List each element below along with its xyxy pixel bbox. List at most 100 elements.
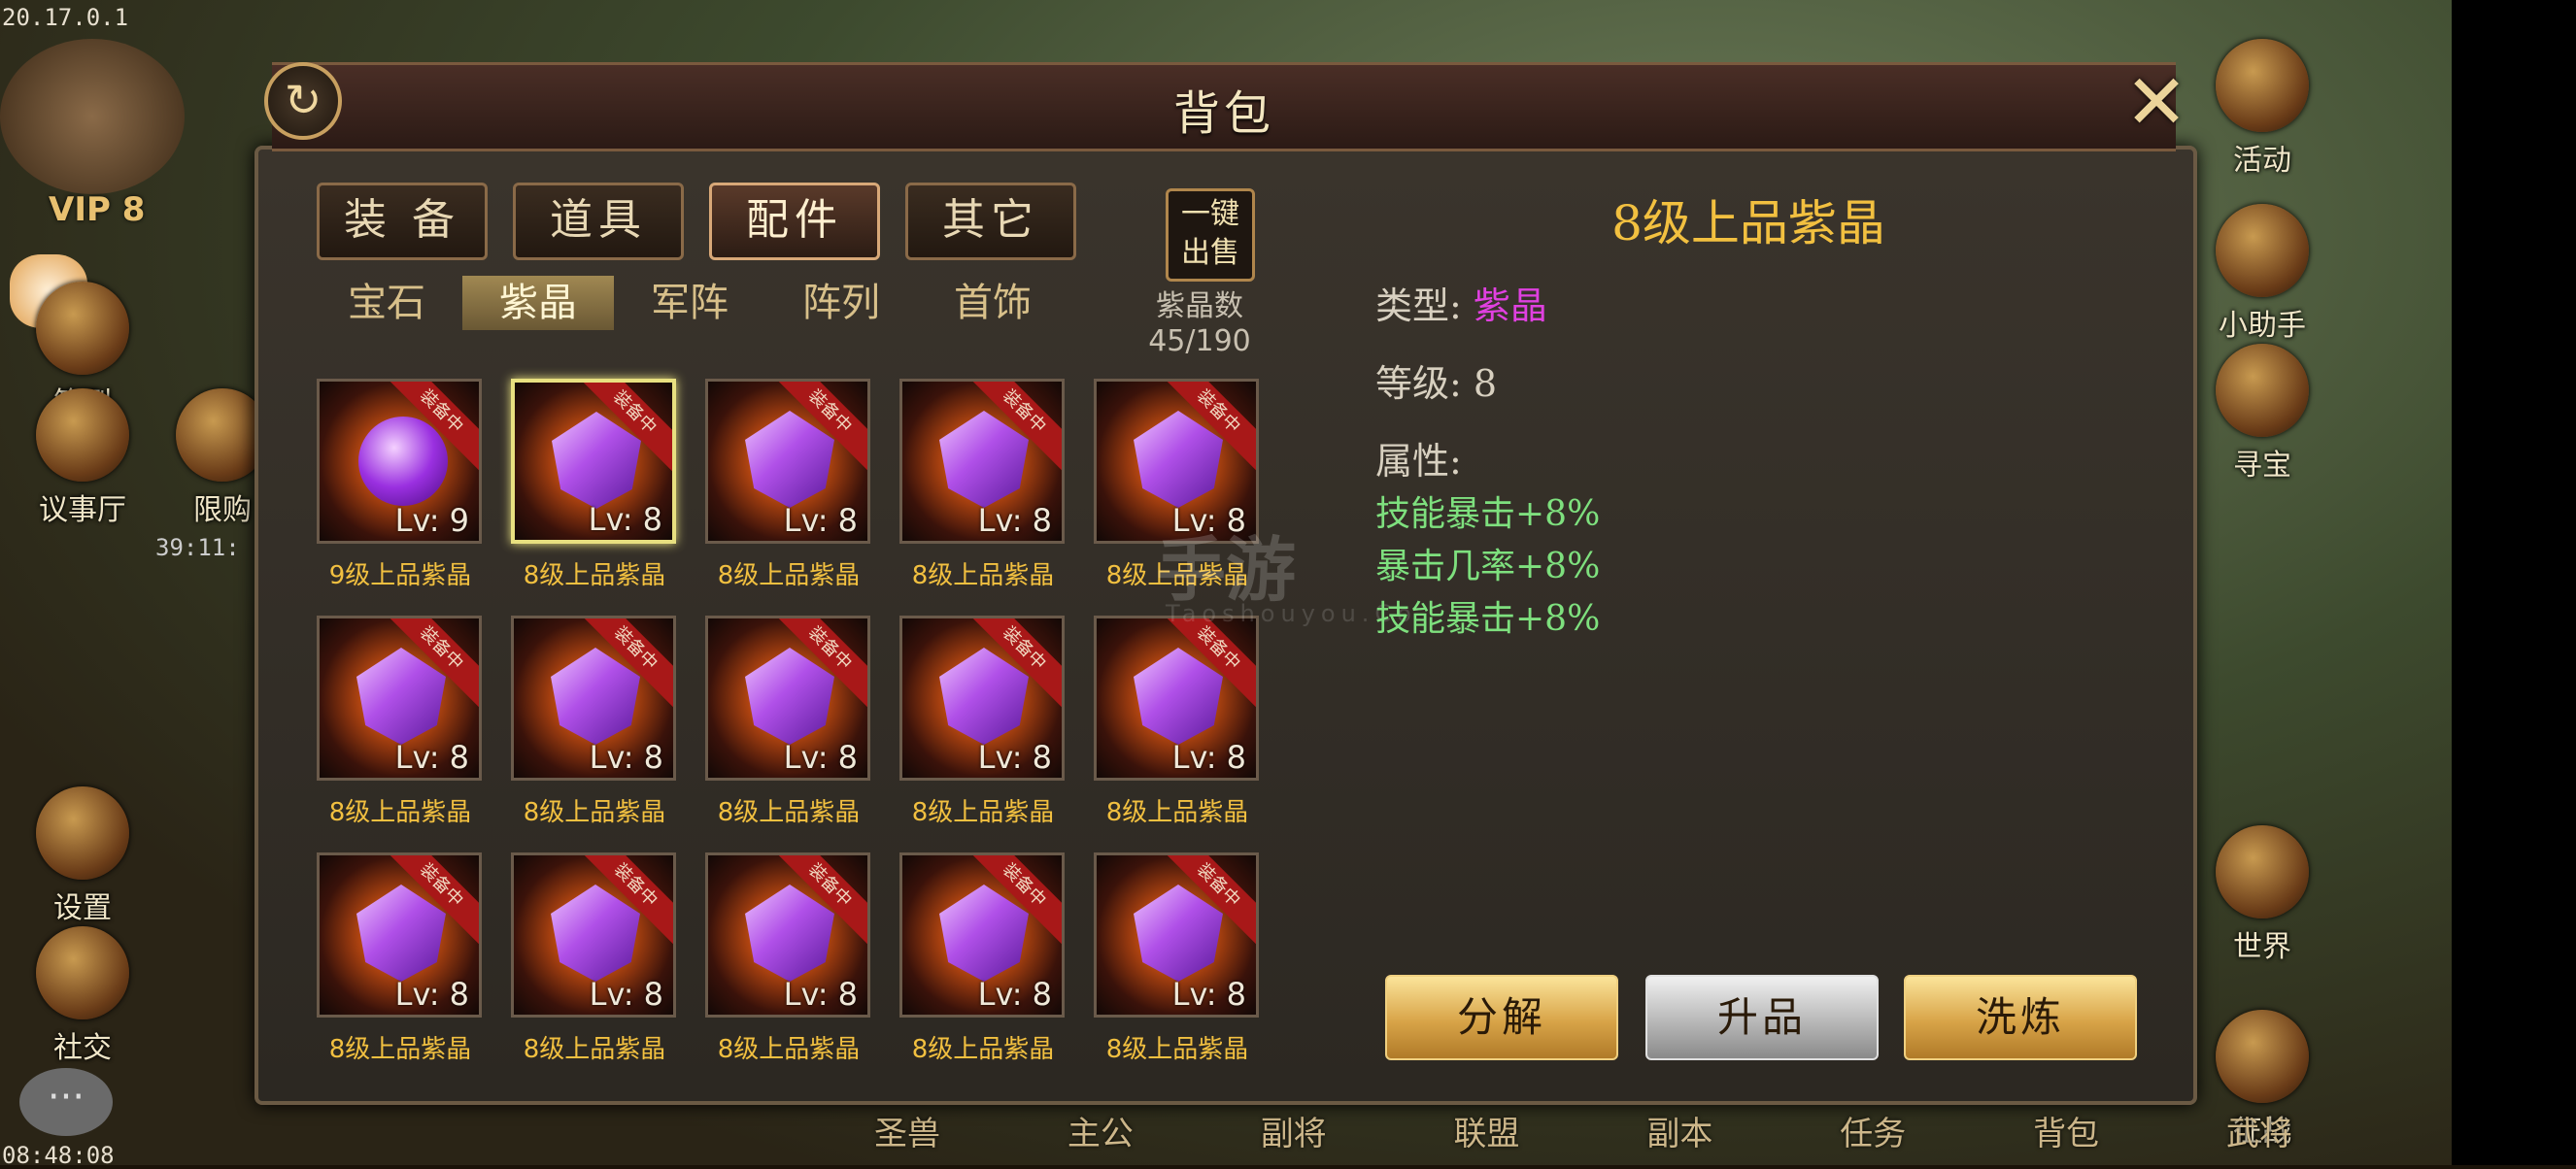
nav-sacred-beast[interactable]: 圣兽 [874, 1107, 940, 1155]
inventory-area: 装 备 道具 配件 其它 一键 出售 宝石 紫晶 军阵 阵列 首饰 紫晶数 45… [291, 163, 1311, 1086]
item-slot[interactable]: 装备中 Lv: 8 [317, 616, 482, 781]
inventory-item[interactable]: 装备中 Lv: 8 8级上品紫晶 [1094, 852, 1261, 1064]
close-x-icon[interactable]: ✕ [2118, 64, 2195, 142]
assistant-label: 小助手 [2219, 309, 2306, 343]
council-hall-icon [36, 388, 129, 482]
amethyst-crystal-icon [939, 885, 1029, 982]
screen-edge-bar [2452, 0, 2576, 1165]
council-hall-button[interactable]: 议事厅 [19, 388, 146, 528]
refresh-icon[interactable]: ↻ [264, 62, 342, 140]
item-slot[interactable]: 装备中 Lv: 8 [705, 616, 870, 781]
settings-button[interactable]: 设置 [19, 786, 146, 926]
decompose-button[interactable]: 分解 [1385, 975, 1618, 1060]
item-slot[interactable]: 装备中 Lv: 8 [317, 852, 482, 1018]
amethyst-crystal-icon [745, 648, 834, 745]
item-slot[interactable]: 装备中 Lv: 9 [317, 379, 482, 544]
item-slot[interactable]: 装备中 Lv: 8 [511, 852, 676, 1018]
tab-equipment[interactable]: 装 备 [317, 183, 488, 260]
limited-timer: 39:11: [155, 534, 240, 561]
one-click-sell-button[interactable]: 一键 出售 [1166, 188, 1255, 282]
chat-bubble-icon[interactable]: ··· [19, 1068, 113, 1136]
nav-alliance[interactable]: 联盟 [1454, 1107, 1520, 1155]
item-slot[interactable]: 装备中 Lv: 8 [899, 852, 1065, 1018]
activity-button[interactable]: 活动 [2199, 39, 2325, 179]
settings-gear-icon [36, 786, 129, 880]
inventory-item[interactable]: 装备中 Lv: 8 8级上品紫晶 [705, 616, 872, 827]
tab-others[interactable]: 其它 [905, 183, 1076, 260]
count-label: 紫晶数 [1156, 289, 1243, 323]
nav-generals[interactable]: 武将 [2226, 1107, 2292, 1155]
amethyst-crystal-icon [939, 648, 1029, 745]
item-slot[interactable]: 装备中 Lv: 8 [705, 852, 870, 1018]
item-slot[interactable]: 装备中 Lv: 8 [1094, 616, 1259, 781]
inventory-item[interactable]: 装备中 Lv: 9 9级上品紫晶 [317, 379, 484, 590]
subtab-amethyst[interactable]: 紫晶 [462, 276, 614, 330]
nav-deputy[interactable]: 副将 [1261, 1107, 1327, 1155]
subtab-army-formation[interactable]: 军阵 [614, 276, 765, 330]
inventory-item[interactable]: 装备中 Lv: 8 8级上品紫晶 [899, 616, 1067, 827]
item-level: Lv: 8 [783, 502, 858, 539]
item-name: 8级上品紫晶 [911, 798, 1055, 827]
inventory-item[interactable]: 装备中 Lv: 8 8级上品紫晶 [511, 852, 678, 1064]
nav-bag[interactable]: 背包 [2033, 1107, 2099, 1155]
social-label: 社交 [53, 1031, 112, 1065]
assistant-button[interactable]: 小助手 [2199, 204, 2325, 344]
inventory-item[interactable]: 装备中 Lv: 8 8级上品紫晶 [705, 852, 872, 1064]
scroll-icon [2216, 204, 2309, 297]
settings-label: 设置 [53, 891, 112, 925]
social-button[interactable]: 社交 [19, 926, 146, 1066]
nav-lord[interactable]: 主公 [1068, 1107, 1134, 1155]
item-name: 8级上品紫晶 [523, 1035, 666, 1064]
bottom-nav: 圣兽 主公 副将 联盟 副本 任务 背包 武将 [874, 1107, 2292, 1155]
inventory-item[interactable]: 装备中 Lv: 8 8级上品紫晶 [1094, 616, 1261, 827]
subtab-jewelry[interactable]: 首饰 [917, 276, 1068, 330]
attribute-line: 技能暴击+8% [1375, 599, 1601, 639]
item-name: 8级上品紫晶 [1105, 1035, 1249, 1064]
world-button[interactable]: 世界 [2199, 825, 2325, 965]
tab-accessories[interactable]: 配件 [709, 183, 880, 260]
item-name: 8级上品紫晶 [328, 798, 472, 827]
refine-button[interactable]: 洗炼 [1904, 975, 2137, 1060]
item-level: Lv: 8 [977, 502, 1052, 539]
amethyst-orb-icon [358, 417, 448, 506]
item-level: Lv: 8 [394, 739, 469, 776]
subcategory-tabs: 宝石 紫晶 军阵 阵列 首饰 [311, 276, 1068, 330]
item-slot[interactable]: 装备中 Lv: 8 [511, 379, 676, 544]
item-slot[interactable]: 装备中 Lv: 8 [705, 379, 870, 544]
treasure-hunt-button[interactable]: 寻宝 [2199, 344, 2325, 484]
vip-badge: VIP 8 [49, 190, 146, 229]
level-value: 8 [1473, 362, 1498, 405]
amethyst-crystal-icon [356, 885, 446, 982]
count-value: 45/190 [1148, 324, 1251, 358]
item-name: 8级上品紫晶 [523, 798, 666, 827]
item-level: Lv: 8 [589, 976, 663, 1013]
upgrade-quality-button[interactable]: 升品 [1645, 975, 1879, 1060]
type-value: 紫晶 [1473, 284, 1547, 327]
item-slot[interactable]: 装备中 Lv: 8 [899, 616, 1065, 781]
amethyst-crystal-icon [1134, 885, 1223, 982]
subtab-array[interactable]: 阵列 [765, 276, 917, 330]
tab-items[interactable]: 道具 [513, 183, 684, 260]
activity-label: 活动 [2233, 144, 2291, 178]
item-level: Lv: 8 [783, 976, 858, 1013]
inventory-item[interactable]: 装备中 Lv: 8 8级上品紫晶 [317, 852, 484, 1064]
item-slot[interactable]: 装备中 Lv: 8 [1094, 852, 1259, 1018]
nav-dungeon[interactable]: 副本 [1646, 1107, 1712, 1155]
inventory-item[interactable]: 装备中 Lv: 8 8级上品紫晶 [511, 379, 678, 590]
category-tabs: 装 备 道具 配件 其它 [317, 183, 1076, 260]
item-level: Lv: 8 [589, 739, 663, 776]
inventory-item[interactable]: 装备中 Lv: 8 8级上品紫晶 [705, 379, 872, 590]
nav-quest[interactable]: 任务 [1840, 1107, 1906, 1155]
inventory-item[interactable]: 装备中 Lv: 8 8级上品紫晶 [899, 379, 1067, 590]
item-slot[interactable]: 装备中 Lv: 8 [511, 616, 676, 781]
inventory-item[interactable]: 装备中 Lv: 8 8级上品紫晶 [899, 852, 1067, 1064]
inventory-item[interactable]: 装备中 Lv: 8 8级上品紫晶 [511, 616, 678, 827]
avatar[interactable] [0, 39, 185, 194]
subtab-gem[interactable]: 宝石 [311, 276, 462, 330]
inventory-item[interactable]: 装备中 Lv: 8 8级上品紫晶 [317, 616, 484, 827]
item-slot[interactable]: 装备中 Lv: 8 [899, 379, 1065, 544]
amethyst-crystal-icon [939, 411, 1029, 508]
detail-title: 8级上品紫晶 [1611, 195, 1885, 251]
attribute-line: 技能暴击+8% [1375, 494, 1601, 534]
one-click-sell-line1: 一键 [1181, 197, 1239, 231]
